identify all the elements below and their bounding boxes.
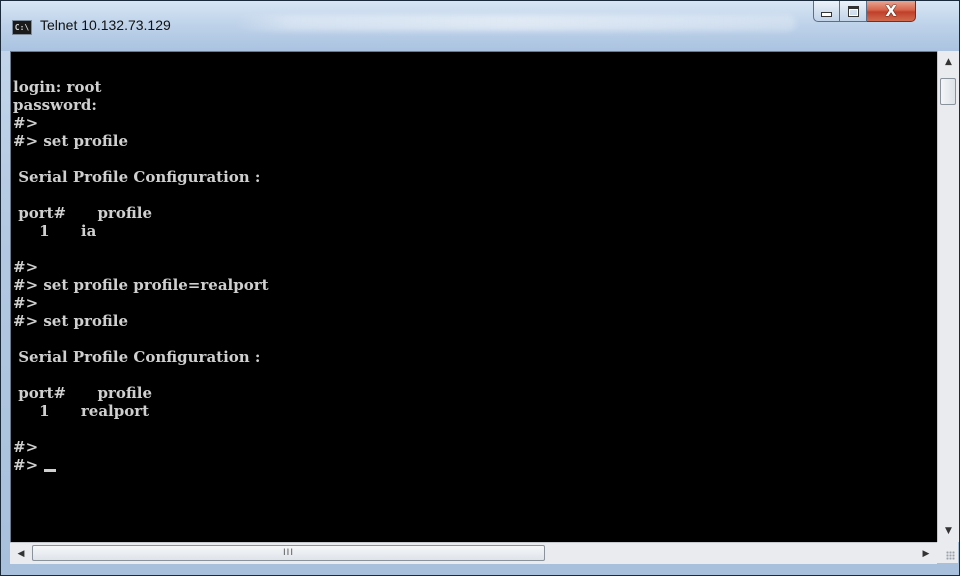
console-line: #> xyxy=(13,438,39,456)
horizontal-scroll-thumb[interactable]: III xyxy=(32,545,545,561)
console-line: password: xyxy=(13,96,97,114)
vertical-scroll-thumb[interactable] xyxy=(940,78,956,105)
horizontal-scrollbar[interactable]: ◀ III ▶ xyxy=(10,542,937,564)
console-app-icon[interactable]: C:\ xyxy=(12,20,32,35)
scroll-up-arrow-icon[interactable]: ▲ xyxy=(938,53,959,71)
console-line: login: root xyxy=(13,78,102,96)
title-bar[interactable]: C:\ Telnet 10.132.73.129 X xyxy=(1,1,959,51)
console-line: #> xyxy=(13,294,39,312)
console-output-area[interactable]: login: root password: #> #> set profile … xyxy=(10,51,937,543)
minimize-button[interactable] xyxy=(813,1,840,22)
console-line: #> set profile xyxy=(13,132,129,150)
maximize-icon xyxy=(847,5,859,17)
console-line: port# profile xyxy=(13,204,152,222)
console-line: #> xyxy=(13,114,39,132)
window-title: Telnet 10.132.73.129 xyxy=(40,17,171,33)
size-grip[interactable] xyxy=(937,542,958,563)
title-bar-background-ghost-text xyxy=(236,15,796,31)
console-line: 1 ia xyxy=(13,222,97,240)
console-line: #> set profile profile=realport xyxy=(13,276,269,294)
console-line: Serial Profile Configuration : xyxy=(13,168,261,186)
console-line: Serial Profile Configuration : xyxy=(13,348,261,366)
console-line: port# profile xyxy=(13,384,152,402)
telnet-window: C:\ Telnet 10.132.73.129 X login: root p… xyxy=(0,0,960,576)
console-line: #> set profile xyxy=(13,312,129,330)
vertical-scrollbar[interactable]: ▲ ▼ xyxy=(937,51,959,542)
maximize-button[interactable] xyxy=(840,1,867,22)
console-line: #> xyxy=(13,258,39,276)
resize-grip-icon xyxy=(946,551,955,560)
caption-buttons: X xyxy=(813,1,916,23)
close-button[interactable]: X xyxy=(867,1,916,22)
console-line: 1 realport xyxy=(13,402,150,420)
scroll-thumb-grip-icon: III xyxy=(283,548,294,558)
console-text: login: root password: #> #> set profile … xyxy=(11,52,937,474)
scroll-down-arrow-icon[interactable]: ▼ xyxy=(938,522,959,540)
text-cursor xyxy=(44,469,57,472)
close-icon: X xyxy=(885,1,897,20)
console-line: #> xyxy=(13,456,44,474)
scroll-right-arrow-icon[interactable]: ▶ xyxy=(917,543,935,564)
minimize-icon xyxy=(821,12,832,17)
scroll-left-arrow-icon[interactable]: ◀ xyxy=(12,543,30,564)
